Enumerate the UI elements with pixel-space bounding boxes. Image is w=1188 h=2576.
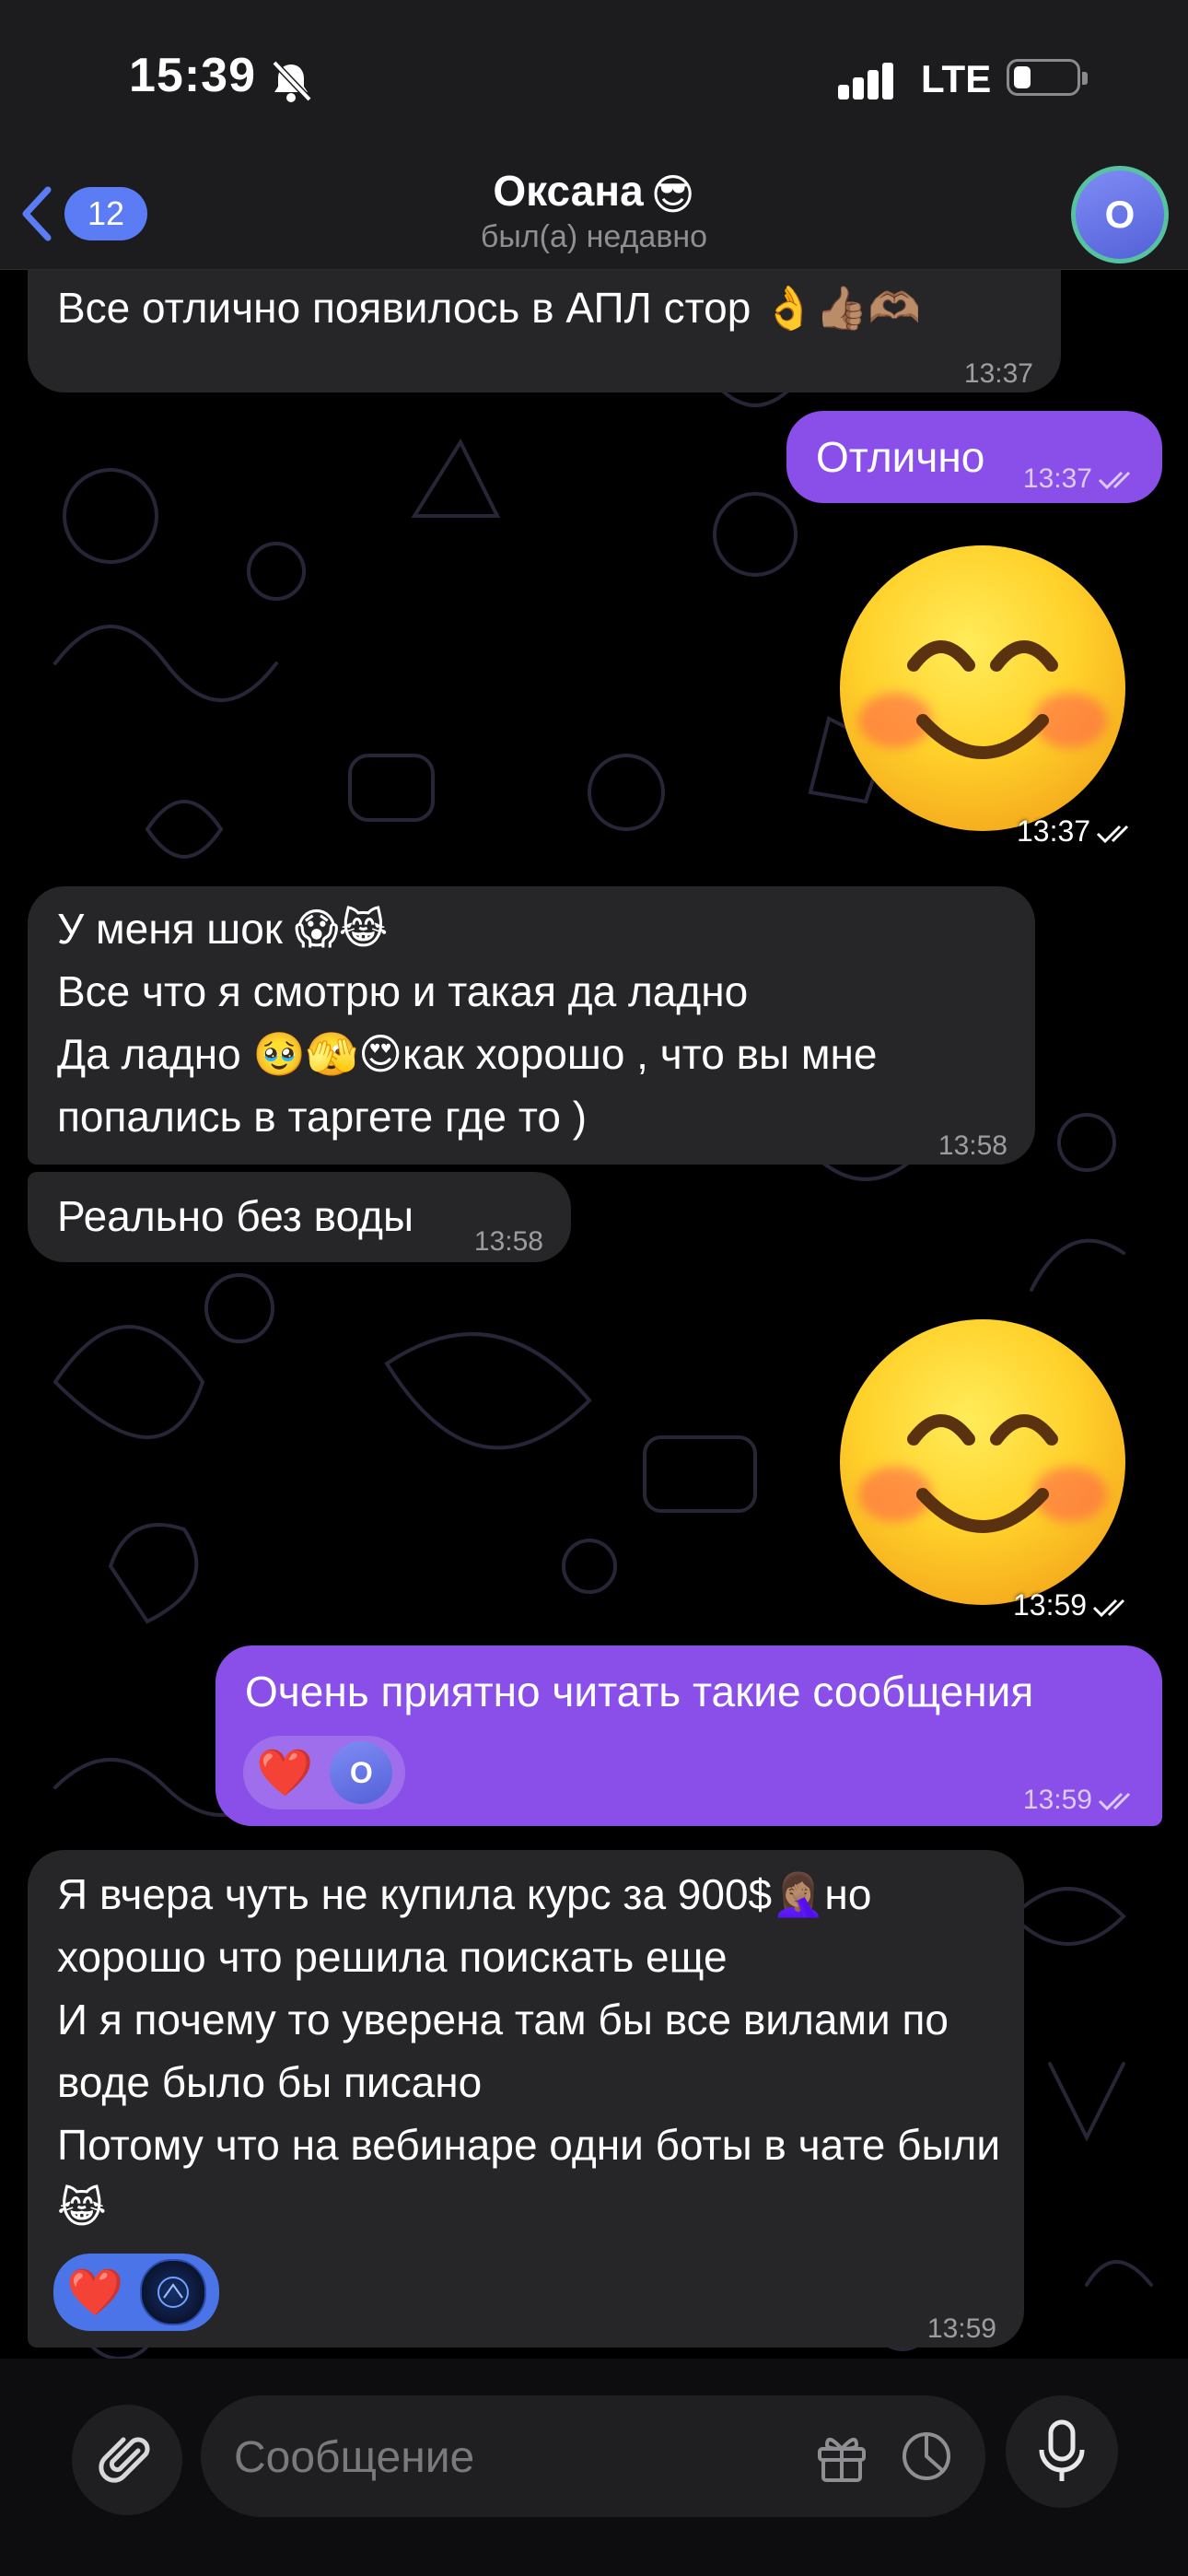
message-time: 13:58 <box>473 1226 543 1257</box>
cellular-signal-icon <box>838 63 893 100</box>
status-time: 15:39 <box>129 49 256 102</box>
message-input[interactable] <box>232 2395 751 2519</box>
message-incoming[interactable]: Все отлично появилось в АПЛ стор 👌👍🏽🫶🏽 1… <box>28 263 1061 392</box>
message-text: Реально без воды <box>57 1192 414 1240</box>
message-time-row: 13:59 <box>1013 1588 1133 1622</box>
message-text: Отлично <box>816 433 985 481</box>
message-time: 13:59 <box>1022 1785 1092 1815</box>
gift-icon[interactable] <box>812 2427 871 2486</box>
smiling-face-sticker[interactable] <box>840 1319 1125 1605</box>
message-time-row: 13:37 <box>1023 448 1138 510</box>
double-check-icon <box>1093 1598 1125 1617</box>
contact-emoji-status: 😎 <box>650 170 695 218</box>
heart-reaction: ❤️ <box>66 2266 124 2318</box>
message-time-row: 13:37 <box>1017 814 1136 849</box>
message-field[interactable] <box>201 2395 985 2519</box>
status-bar: 15:39 LTE <box>0 0 1188 166</box>
heart-reaction: ❤️ <box>256 1747 314 1798</box>
message-reactions[interactable]: ❤️ <box>53 2254 220 2331</box>
message-time: 13:58 <box>938 1130 1007 1161</box>
microphone-icon <box>1039 2419 1085 2481</box>
voice-message-button[interactable] <box>1006 2395 1118 2508</box>
message-text: Я вчера чуть не купила курс за 900$🤦🏽‍♀️… <box>57 1870 1001 2231</box>
message-time: 13:59 <box>1013 1588 1088 1622</box>
message-text: У меня шок 😱😹 Все что я смотрю и такая д… <box>57 905 878 1141</box>
message-time: 13:37 <box>1022 463 1092 494</box>
message-outgoing[interactable]: Очень приятно читать такие сообщения ❤️ … <box>215 1645 1162 1826</box>
message-time: 13:37 <box>1017 814 1091 848</box>
network-type: LTE <box>921 57 992 100</box>
double-check-icon <box>1097 825 1129 843</box>
message-time: 13:37 <box>963 358 1033 389</box>
message-time-row: 13:59 <box>1023 1769 1138 1832</box>
double-check-icon <box>1098 1793 1131 1811</box>
message-time: 13:59 <box>926 2313 996 2344</box>
battery-icon <box>1007 59 1088 96</box>
chat-header: 12 Оксана 😎 был(а) недавно О <box>0 166 1188 270</box>
contact-name: Оксана <box>493 167 644 215</box>
message-incoming[interactable]: Реально без воды 13:58 <box>28 1172 571 1262</box>
bell-muted-icon <box>272 60 312 102</box>
paperclip-icon <box>99 2437 150 2483</box>
contact-last-seen: был(а) недавно <box>480 219 708 254</box>
contact-avatar[interactable]: О <box>1071 166 1169 263</box>
message-incoming[interactable]: Я вчера чуть не купила курс за 900$🤦🏽‍♀️… <box>28 1850 1024 2348</box>
message-text: Очень приятно читать такие сообщения <box>245 1668 1034 1715</box>
smiling-face-sticker[interactable] <box>840 545 1125 831</box>
message-outgoing[interactable]: Отлично 13:37 <box>786 411 1162 503</box>
message-reactions[interactable]: ❤️ О <box>243 1736 406 1809</box>
composer-bar <box>0 2359 1188 2576</box>
contact-title[interactable]: Оксана 😎 <box>0 166 1188 219</box>
message-incoming[interactable]: У меня шок 😱😹 Все что я смотрю и такая д… <box>28 886 1035 1165</box>
message-text: Все отлично появилось в АПЛ стор 👌👍🏽🫶🏽 <box>57 284 921 332</box>
channel-logo-icon <box>157 2277 190 2308</box>
double-check-icon <box>1098 472 1131 490</box>
attach-button[interactable] <box>72 2405 182 2515</box>
reaction-avatar <box>140 2259 207 2325</box>
sticker-icon[interactable] <box>897 2427 956 2486</box>
reaction-avatar: О <box>330 1741 393 1804</box>
